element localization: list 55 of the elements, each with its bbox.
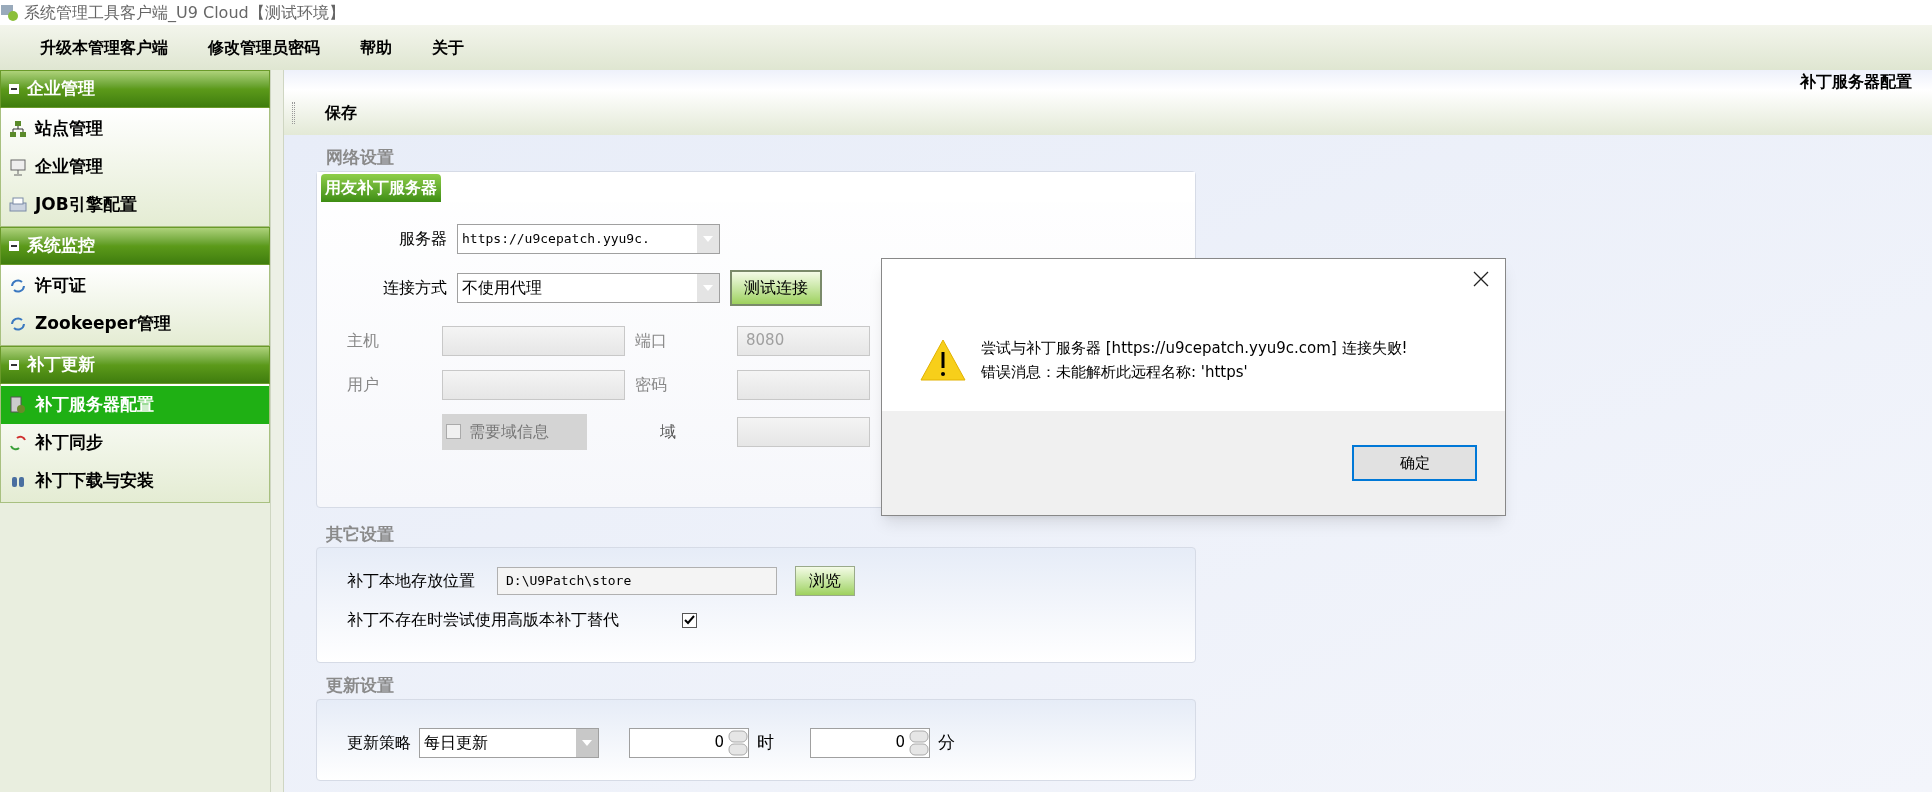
group-title: 其它设置	[326, 522, 395, 546]
field-label: 连接方式	[382, 276, 447, 299]
field-label: 补丁本地存放位置	[347, 570, 476, 592]
field-label: 主机	[347, 329, 380, 352]
close-icon	[1473, 271, 1489, 287]
hour-unit-label: 时	[757, 730, 774, 754]
caret-icon	[703, 235, 713, 242]
close-button[interactable]	[1471, 269, 1491, 289]
field-label: 更新策略	[347, 731, 411, 754]
menu-item[interactable]: 修改管理员密码	[208, 35, 320, 60]
number-field[interactable]: 0	[629, 727, 749, 758]
caret-icon	[582, 739, 592, 746]
field-label: 用户	[347, 373, 380, 396]
splitter[interactable]	[270, 70, 284, 792]
sidebar-item[interactable]: Zookeeper管理	[1, 305, 269, 343]
checkbox-label: 补丁不存在时尝试使用高版本补丁替代	[347, 609, 620, 631]
printer-icon	[9, 196, 27, 214]
spinner-arrows-icon	[909, 729, 929, 756]
sidebar-item[interactable]: 补丁下载与安装	[1, 462, 269, 500]
window-title: 系统管理工具客户端_U9 Cloud【测试环境】	[24, 1, 345, 24]
checkbox[interactable]	[682, 612, 697, 628]
sidebar-item[interactable]: 补丁同步	[1, 424, 269, 462]
page-title: 补丁服务器配置	[1800, 71, 1912, 90]
error-message: 尝试与补丁服务器 [https://u9cepatch.yyu9c.com] 连接失败!	[981, 337, 1408, 359]
menu-item[interactable]: 关于	[432, 35, 464, 60]
field-label: 服务器	[398, 227, 447, 250]
path-field[interactable]: D:\U9Patch\store	[497, 567, 777, 595]
browse-button[interactable]: 浏览	[795, 566, 855, 596]
hierarchy-icon	[9, 120, 27, 138]
save-button[interactable]: 保存	[325, 100, 357, 125]
sidebar-item[interactable]: 站点管理	[1, 110, 269, 148]
refresh-icon	[9, 277, 27, 295]
dropdown[interactable]: 不使用代理	[457, 272, 720, 303]
sidebar-item[interactable]: JOB引擎配置	[1, 186, 269, 224]
spinner-arrows-icon	[728, 729, 748, 756]
dropdown[interactable]: https://u9cepatch.yyu9c.	[457, 223, 720, 254]
field-label: 域	[658, 420, 677, 443]
checkbox-label: 需要域信息	[469, 420, 549, 443]
field-label: 端口	[635, 329, 668, 352]
caret-icon	[703, 284, 713, 291]
field-label: 密码	[635, 373, 668, 396]
error-message: 错误消息：未能解析此远程名称: 'https'	[981, 362, 1249, 383]
dropdown[interactable]: 每日更新	[419, 727, 599, 758]
test-connection-button[interactable]: 测试连接	[730, 269, 822, 306]
warning-icon	[919, 338, 967, 382]
sidebar-item[interactable]: 企业管理	[1, 148, 269, 186]
ok-button[interactable]: 确定	[1352, 445, 1477, 481]
number-field[interactable]: 0	[810, 727, 930, 758]
group-title: 网络设置	[326, 146, 395, 169]
group-title: 更新设置	[326, 674, 395, 697]
sidebar-item[interactable]: 许可证	[1, 267, 269, 305]
menu-item[interactable]: 帮助	[360, 35, 392, 60]
refresh-icon	[9, 315, 27, 333]
minute-unit-label: 分	[938, 730, 955, 754]
menu-item[interactable]: 升级本管理客户端	[40, 35, 168, 60]
